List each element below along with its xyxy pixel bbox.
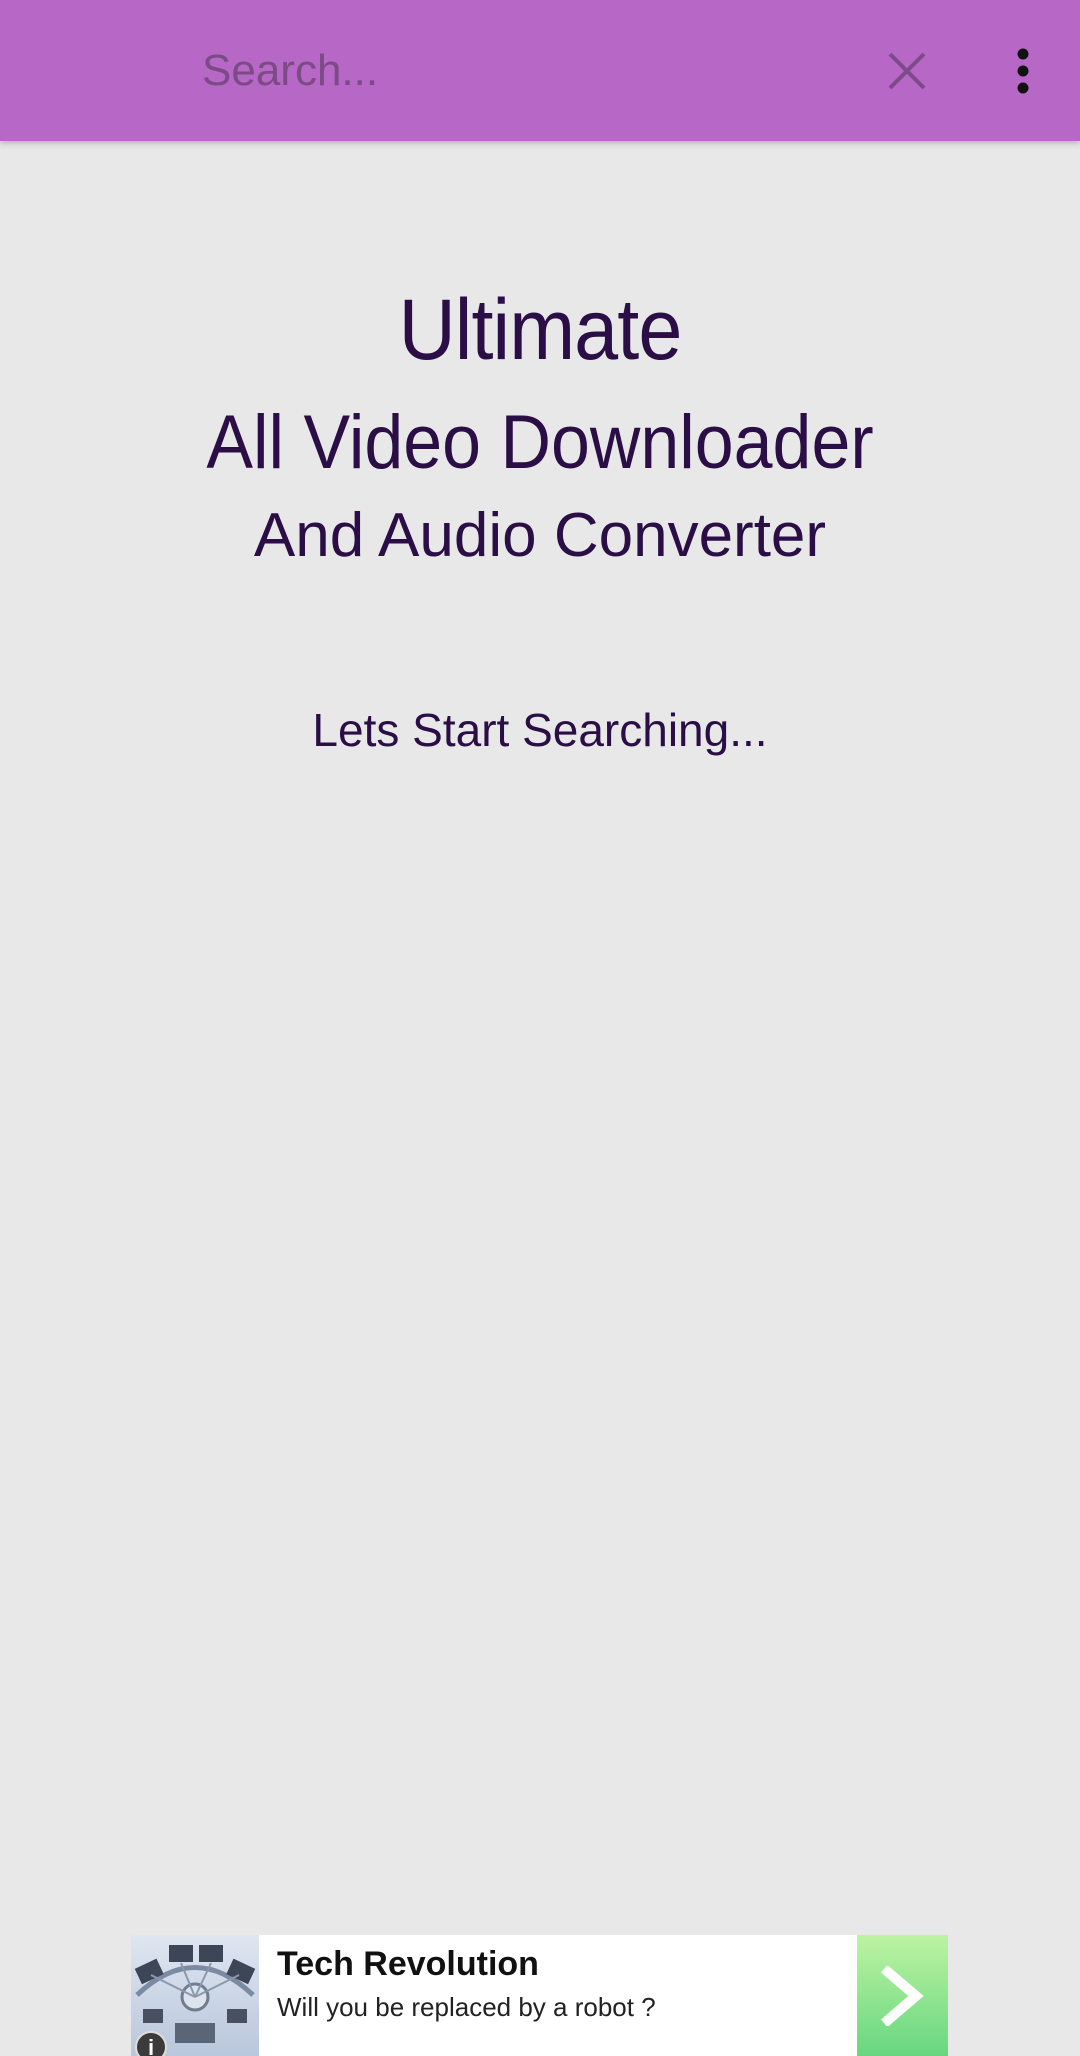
app-bar [0, 0, 1080, 141]
more-vert-icon [1017, 48, 1029, 94]
clear-search-button[interactable] [868, 34, 946, 108]
app-title-downloader: All Video Downloader [206, 400, 874, 485]
info-icon[interactable]: i [135, 2031, 167, 2056]
app-title-ultimate: Ultimate [398, 282, 683, 378]
start-searching-prompt: Lets Start Searching... [312, 704, 768, 756]
ad-title: Tech Revolution [277, 1945, 539, 1983]
ad-image: i [131, 1935, 259, 2056]
overflow-menu-button[interactable] [990, 34, 1056, 108]
ad-banner[interactable]: i Tech Revolution Will you be replaced b… [131, 1935, 948, 2056]
search-input[interactable] [196, 32, 828, 110]
chevron-right-icon [880, 1965, 924, 2026]
app-title-converter: And Audio Converter [253, 501, 827, 570]
ad-open-button[interactable] [857, 1935, 948, 2056]
close-icon [888, 52, 926, 90]
ad-subtitle: Will you be replaced by a robot ? [277, 1992, 656, 2022]
